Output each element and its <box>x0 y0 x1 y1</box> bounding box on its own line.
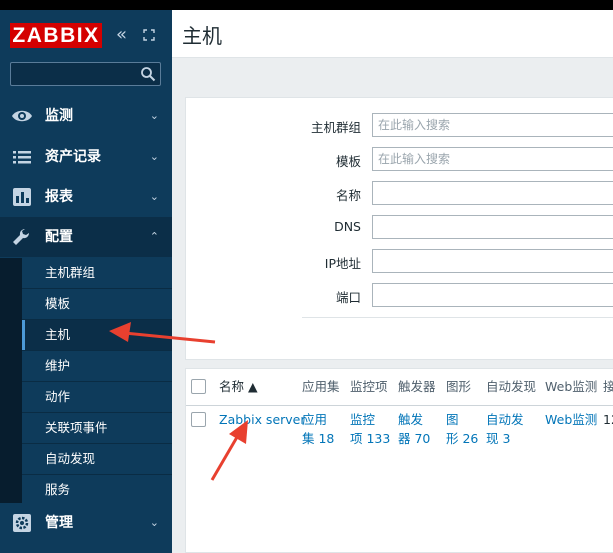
row-checkbox[interactable] <box>191 412 206 427</box>
name-input[interactable] <box>372 181 613 205</box>
chevron-down-icon: ⌄ <box>149 516 159 529</box>
submenu-label: 自动发现 <box>45 451 96 466</box>
ip-label: IP地址 <box>324 256 361 271</box>
submenu-label: 服务 <box>45 482 71 497</box>
discovery-count[interactable]: 现 3 <box>486 429 510 448</box>
submenu-discovery[interactable]: 自动发现 <box>22 444 172 475</box>
menu-label: 管理 <box>45 515 73 531</box>
chevron-up-icon: ⌃ <box>149 230 159 243</box>
interface-value: 12 <box>603 412 613 427</box>
eye-icon <box>12 110 32 122</box>
menu-label: 报表 <box>45 189 73 205</box>
sidebar-search-input[interactable] <box>11 63 136 85</box>
gear-icon <box>13 514 31 532</box>
submenu-label: 动作 <box>45 389 71 404</box>
configuration-submenu: 主机群组 模板 主机 维护 动作 关联项事件 自动发现 服务 <box>0 258 172 506</box>
submenu-label: 主机 <box>45 327 71 342</box>
page-header: 主机 <box>172 10 613 58</box>
main-content: 主机 主机群组 模板 名称 DNS IP地址 端口 名称 ▲ 应用集 监控项 触… <box>172 10 613 553</box>
submenu-actions[interactable]: 动作 <box>22 382 172 413</box>
web-link[interactable]: Web监测 <box>545 410 597 429</box>
col-items: 监控项 <box>350 379 388 394</box>
menu-reports[interactable]: 报表 ⌄ <box>0 177 172 217</box>
submenu-maintenance[interactable]: 维护 <box>22 351 172 382</box>
zabbix-logo[interactable]: ZABBIX <box>10 23 102 48</box>
items-count[interactable]: 项 133 <box>350 429 390 448</box>
submenu-label: 主机群组 <box>45 265 96 280</box>
host-group-label: 主机群组 <box>310 120 361 135</box>
items-link[interactable]: 监控 <box>350 410 375 429</box>
hosts-table: 名称 ▲ 应用集 监控项 触发器 图形 自动发现 Web监测 接 Zabbix … <box>185 368 613 553</box>
ip-input[interactable] <box>372 249 613 273</box>
submenu-label: 维护 <box>45 358 71 373</box>
host-name-link[interactable]: Zabbix server <box>219 410 306 429</box>
template-label: 模板 <box>335 154 361 169</box>
filter-panel: 主机群组 模板 名称 DNS IP地址 端口 <box>185 97 613 360</box>
dns-input[interactable] <box>372 215 613 239</box>
sidebar-search <box>10 62 161 86</box>
submenu-event-correlation[interactable]: 关联项事件 <box>22 413 172 444</box>
submenu-label: 模板 <box>45 296 71 311</box>
discovery-link[interactable]: 自动发 <box>486 410 524 429</box>
page-title: 主机 <box>182 24 222 48</box>
graphs-link[interactable]: 图 <box>446 410 459 429</box>
col-web: Web监测 <box>545 379 598 394</box>
filter-divider <box>302 317 613 318</box>
triggers-count[interactable]: 器 70 <box>398 429 430 448</box>
menu-configuration[interactable]: 配置 ⌃ <box>0 217 172 257</box>
chevron-down-icon: ⌄ <box>149 190 159 203</box>
header-divider <box>186 405 613 406</box>
chevron-down-icon: ⌄ <box>149 150 159 163</box>
col-graphs: 图形 <box>446 379 472 394</box>
menu-label: 监测 <box>45 108 73 124</box>
sidebar: ZABBIX « 监测 ⌄ 资产记录 ⌄ 报表 ⌄ 配置 ⌃ 主机群组 模板 主… <box>0 10 172 553</box>
submenu-host-groups[interactable]: 主机群组 <box>22 258 172 289</box>
graphs-count[interactable]: 形 26 <box>446 429 478 448</box>
port-label: 端口 <box>335 290 361 305</box>
menu-inventory[interactable]: 资产记录 ⌄ <box>0 137 172 177</box>
submenu-hosts[interactable]: 主机 <box>22 320 172 351</box>
applications-count[interactable]: 集 18 <box>302 429 334 448</box>
wrench-icon <box>13 228 30 245</box>
submenu-templates[interactable]: 模板 <box>22 289 172 320</box>
menu-label: 资产记录 <box>45 149 101 165</box>
triggers-link[interactable]: 触发 <box>398 410 423 429</box>
menu-administration[interactable]: 管理 ⌄ <box>0 503 172 543</box>
col-interface: 接 <box>603 379 613 394</box>
col-triggers: 触发器 <box>398 379 436 394</box>
submenu-label: 关联项事件 <box>45 420 108 435</box>
port-input[interactable] <box>372 283 613 307</box>
menu-label: 配置 <box>45 229 73 245</box>
search-icon[interactable] <box>140 66 156 82</box>
select-all-checkbox[interactable] <box>191 379 206 394</box>
col-name-sort[interactable]: 名称 ▲ <box>219 369 258 405</box>
col-applications: 应用集 <box>302 379 340 394</box>
collapse-sidebar-icon[interactable]: « <box>116 24 127 46</box>
bar-chart-icon <box>13 188 31 206</box>
submenu-services[interactable]: 服务 <box>22 475 172 506</box>
col-discovery: 自动发现 <box>486 379 537 394</box>
kiosk-mode-icon[interactable] <box>143 29 155 41</box>
host-group-input[interactable] <box>372 113 613 137</box>
template-input[interactable] <box>372 147 613 171</box>
name-label: 名称 <box>335 188 361 203</box>
applications-link[interactable]: 应用 <box>302 410 327 429</box>
menu-monitoring[interactable]: 监测 ⌄ <box>0 96 172 136</box>
list-icon <box>13 151 31 164</box>
chevron-down-icon: ⌄ <box>149 109 159 122</box>
dns-label: DNS <box>334 219 361 234</box>
